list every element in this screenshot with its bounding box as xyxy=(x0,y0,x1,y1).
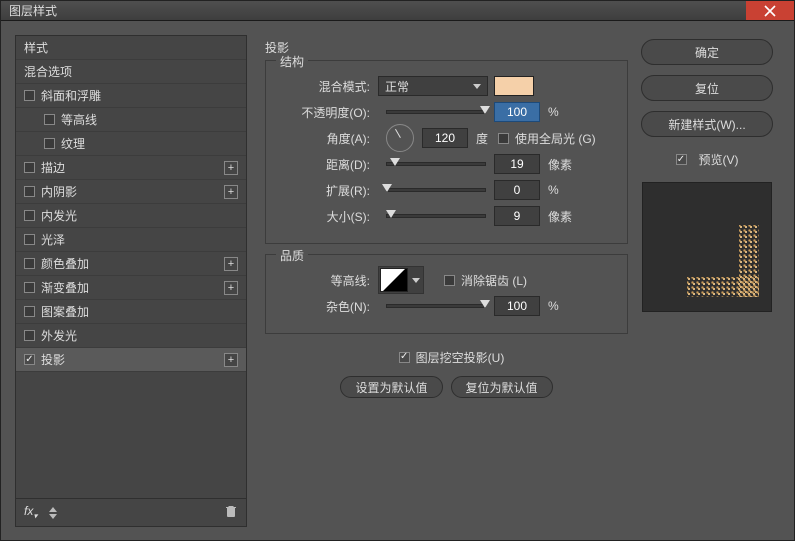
contour-picker[interactable] xyxy=(378,266,424,294)
contour-thumbnail xyxy=(380,268,408,292)
blend-mode-select[interactable]: 正常 xyxy=(378,76,488,96)
sidebar-item-outer-glow[interactable]: 外发光 xyxy=(16,324,246,348)
plus-icon[interactable] xyxy=(224,185,238,199)
sidebar-item-gradient-overlay[interactable]: 渐变叠加 xyxy=(16,276,246,300)
titlebar[interactable]: 图层样式 xyxy=(1,1,794,21)
distance-slider[interactable] xyxy=(386,162,486,166)
checkbox[interactable] xyxy=(44,138,55,149)
arrow-up-icon[interactable] xyxy=(49,507,57,512)
new-style-button[interactable]: 新建样式(W)... xyxy=(641,111,773,137)
trash-button[interactable] xyxy=(224,504,238,521)
shadow-color-swatch[interactable] xyxy=(494,76,534,96)
blend-mode-label: 混合模式: xyxy=(278,78,378,95)
sidebar-blend-header[interactable]: 混合选项 xyxy=(16,60,246,84)
sidebar-footer: fx▾ xyxy=(16,498,246,526)
structure-fieldset: 结构 混合模式: 正常 不透明度(O): 100 % 角度(A): 120 度 xyxy=(265,60,628,244)
opacity-slider[interactable] xyxy=(386,110,486,114)
angle-input[interactable]: 120 xyxy=(422,128,468,148)
panel-title: 投影 xyxy=(265,39,628,56)
fx-menu[interactable]: fx▾ xyxy=(24,504,37,520)
window-title: 图层样式 xyxy=(9,2,57,19)
trash-icon xyxy=(224,504,238,518)
size-label: 大小(S): xyxy=(278,208,378,225)
checkbox[interactable] xyxy=(24,354,35,365)
preview-checkbox[interactable]: 预览(V) xyxy=(676,151,739,168)
angle-unit: 度 xyxy=(476,130,488,147)
style-sidebar: 样式 混合选项 斜面和浮雕 等高线 纹理 描边 内阴影 内发光 光泽 颜色叠加 … xyxy=(15,35,247,527)
sidebar-item-color-overlay[interactable]: 颜色叠加 xyxy=(16,252,246,276)
sidebar-item-drop-shadow[interactable]: 投影 xyxy=(16,348,246,372)
checkbox[interactable] xyxy=(444,275,455,286)
checkbox[interactable] xyxy=(24,306,35,317)
opacity-input[interactable]: 100 xyxy=(494,102,540,122)
size-slider[interactable] xyxy=(386,214,486,218)
checkbox[interactable] xyxy=(399,352,410,363)
sidebar-item-stroke[interactable]: 描边 xyxy=(16,156,246,180)
cancel-button[interactable]: 复位 xyxy=(641,75,773,101)
checkbox[interactable] xyxy=(498,133,509,144)
noise-input[interactable]: 100 xyxy=(494,296,540,316)
plus-icon[interactable] xyxy=(224,161,238,175)
plus-icon[interactable] xyxy=(224,353,238,367)
spread-slider[interactable] xyxy=(386,188,486,192)
sidebar-item-pattern-overlay[interactable]: 图案叠加 xyxy=(16,300,246,324)
settings-panel: 投影 结构 混合模式: 正常 不透明度(O): 100 % 角度(A): xyxy=(251,29,638,533)
global-light-checkbox[interactable]: 使用全局光 (G) xyxy=(498,130,596,147)
quality-fieldset: 品质 等高线: 消除锯齿 (L) 杂色(N): 100 % xyxy=(265,254,628,334)
checkbox[interactable] xyxy=(24,282,35,293)
antialias-checkbox[interactable]: 消除锯齿 (L) xyxy=(444,272,527,289)
plus-icon[interactable] xyxy=(224,257,238,271)
checkbox[interactable] xyxy=(24,234,35,245)
distance-input[interactable]: 19 xyxy=(494,154,540,174)
opacity-unit: % xyxy=(548,105,559,119)
layer-style-dialog: 图层样式 样式 混合选项 斜面和浮雕 等高线 纹理 描边 内阴影 内发光 光泽 … xyxy=(0,0,795,541)
checkbox[interactable] xyxy=(24,210,35,221)
checkbox[interactable] xyxy=(676,154,687,165)
distance-label: 距离(D): xyxy=(278,156,378,173)
arrow-down-icon[interactable] xyxy=(49,514,57,519)
noise-label: 杂色(N): xyxy=(278,298,378,315)
knockout-checkbox[interactable]: 图层挖空投影(U) xyxy=(399,349,505,366)
checkbox[interactable] xyxy=(24,162,35,173)
noise-unit: % xyxy=(548,299,559,313)
structure-legend: 结构 xyxy=(276,53,308,70)
checkbox[interactable] xyxy=(24,186,35,197)
close-icon xyxy=(764,5,776,17)
size-unit: 像素 xyxy=(548,208,572,225)
distance-unit: 像素 xyxy=(548,156,572,173)
checkbox[interactable] xyxy=(24,330,35,341)
spread-input[interactable]: 0 xyxy=(494,180,540,200)
spread-label: 扩展(R): xyxy=(278,182,378,199)
checkbox[interactable] xyxy=(24,258,35,269)
right-column: 确定 复位 新建样式(W)... 预览(V) xyxy=(638,29,786,533)
sidebar-item-inner-shadow[interactable]: 内阴影 xyxy=(16,180,246,204)
angle-dial[interactable] xyxy=(386,124,414,152)
size-input[interactable]: 9 xyxy=(494,206,540,226)
set-default-button[interactable]: 设置为默认值 xyxy=(340,376,442,398)
plus-icon[interactable] xyxy=(224,281,238,295)
angle-label: 角度(A): xyxy=(278,130,378,147)
checkbox[interactable] xyxy=(24,90,35,101)
contour-label: 等高线: xyxy=(278,272,378,289)
sidebar-item-inner-glow[interactable]: 内发光 xyxy=(16,204,246,228)
preview-thumbnail xyxy=(642,182,772,312)
sidebar-item-satin[interactable]: 光泽 xyxy=(16,228,246,252)
noise-slider[interactable] xyxy=(386,304,486,308)
quality-legend: 品质 xyxy=(276,247,308,264)
sidebar-item-bevel[interactable]: 斜面和浮雕 xyxy=(16,84,246,108)
reset-default-button[interactable]: 复位为默认值 xyxy=(451,376,553,398)
sidebar-item-texture[interactable]: 纹理 xyxy=(16,132,246,156)
sidebar-item-contour[interactable]: 等高线 xyxy=(16,108,246,132)
opacity-label: 不透明度(O): xyxy=(278,104,378,121)
ok-button[interactable]: 确定 xyxy=(641,39,773,65)
checkbox[interactable] xyxy=(44,114,55,125)
reorder-buttons[interactable] xyxy=(49,507,57,519)
close-button[interactable] xyxy=(746,1,794,20)
spread-unit: % xyxy=(548,183,559,197)
chevron-down-icon[interactable] xyxy=(410,278,422,283)
sidebar-styles-header[interactable]: 样式 xyxy=(16,36,246,60)
